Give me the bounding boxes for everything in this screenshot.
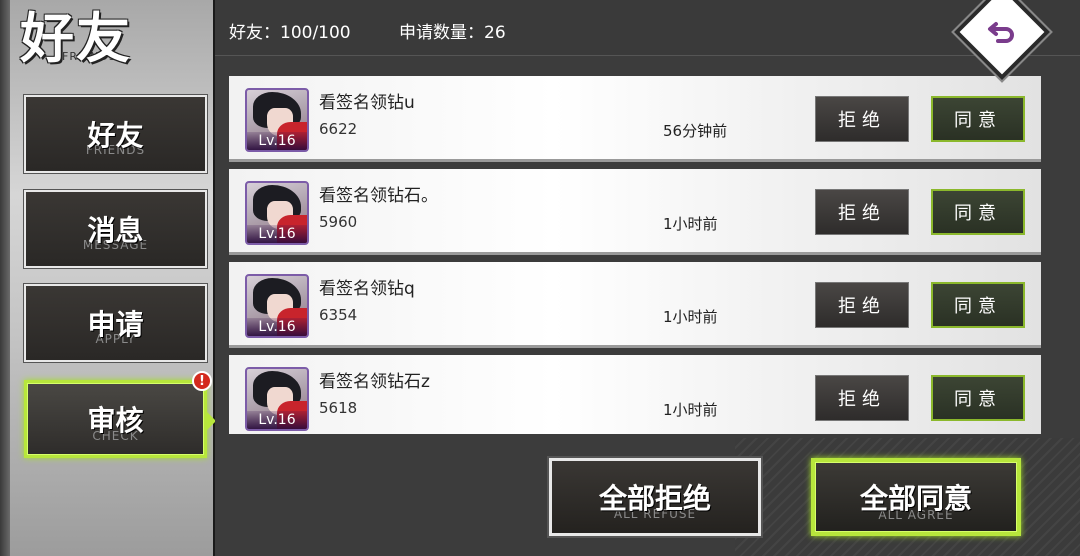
nav-item-apply[interactable]: 申请 APPLY <box>24 284 207 362</box>
level-badge: Lv.16 <box>247 132 307 150</box>
request-list[interactable]: Lv.16 看签名领钻u 6622 56分钟前 拒绝 同意 Lv.16 看签名领… <box>225 70 1055 434</box>
list-item: Lv.16 看签名领钻q 6354 1小时前 拒绝 同意 <box>229 262 1041 348</box>
avatar[interactable]: Lv.16 <box>245 88 309 152</box>
refuse-button[interactable]: 拒绝 <box>815 282 909 328</box>
nav-item-label: 申请 <box>87 308 144 341</box>
friends-count: 好友：100/100 <box>229 23 351 43</box>
player-name: 看签名领钻石。 <box>319 186 438 206</box>
request-time: 1小时前 <box>663 401 718 419</box>
list-item: Lv.16 看签名领钻u 6622 56分钟前 拒绝 同意 <box>229 76 1041 162</box>
avatar[interactable]: Lv.16 <box>245 367 309 431</box>
refuse-button[interactable]: 拒绝 <box>815 375 909 421</box>
alert-badge-icon: ! <box>192 371 212 391</box>
request-time: 1小时前 <box>663 308 718 326</box>
level-badge: Lv.16 <box>247 225 307 243</box>
main-panel: 好友：100/100 申请数量：26 Lv.16 看签名领钻u 6622 56分… <box>215 0 1080 556</box>
refuse-button[interactable]: 拒绝 <box>815 189 909 235</box>
avatar[interactable]: Lv.16 <box>245 274 309 338</box>
request-time: 1小时前 <box>663 215 718 233</box>
player-id: 5618 <box>319 399 358 417</box>
player-id: 5960 <box>319 213 358 231</box>
player-id: 6622 <box>319 120 358 138</box>
page-title: 好友 <box>20 7 132 70</box>
refuse-button[interactable]: 拒绝 <box>815 96 909 142</box>
nav-item-check[interactable]: 审核 CHECK ! <box>24 371 216 458</box>
back-arrow-icon <box>988 22 1014 44</box>
agree-button[interactable]: 同意 <box>931 282 1025 328</box>
player-name: 看签名领钻u <box>319 93 415 113</box>
player-id: 6354 <box>319 306 358 324</box>
avatar[interactable]: Lv.16 <box>245 181 309 245</box>
left-nav-panel: FRIENDS 好友 好友 FRIENDS 消息 MESSAGE 申请 APPL… <box>0 0 216 556</box>
agree-all-label: 全部同意 <box>859 482 972 515</box>
refuse-all-label: 全部拒绝 <box>598 482 711 515</box>
nav-item-label: 消息 <box>87 214 144 247</box>
nav-item-label: 好友 <box>87 119 144 152</box>
player-name: 看签名领钻石z <box>319 372 430 392</box>
request-time: 56分钟前 <box>663 122 728 140</box>
player-name: 看签名领钻q <box>319 279 415 299</box>
level-badge: Lv.16 <box>247 411 307 429</box>
list-item: Lv.16 看签名领钻石z 5618 1小时前 拒绝 同意 <box>229 355 1041 434</box>
header-bar: 好友：100/100 申请数量：26 <box>215 0 1080 56</box>
agree-all-button[interactable]: 全部同意 ALL AGREE <box>811 458 1021 536</box>
nav-item-label: 审核 <box>87 404 144 437</box>
list-item: Lv.16 看签名领钻石。 5960 1小时前 拒绝 同意 <box>229 169 1041 255</box>
nav-item-message[interactable]: 消息 MESSAGE <box>24 190 207 268</box>
requests-count: 申请数量：26 <box>399 23 506 43</box>
nav-item-friends[interactable]: 好友 FRIENDS <box>24 95 207 173</box>
level-badge: Lv.16 <box>247 318 307 336</box>
agree-button[interactable]: 同意 <box>931 189 1025 235</box>
refuse-all-button[interactable]: 全部拒绝 ALL REFUSE <box>549 458 761 536</box>
agree-button[interactable]: 同意 <box>931 375 1025 421</box>
agree-button[interactable]: 同意 <box>931 96 1025 142</box>
